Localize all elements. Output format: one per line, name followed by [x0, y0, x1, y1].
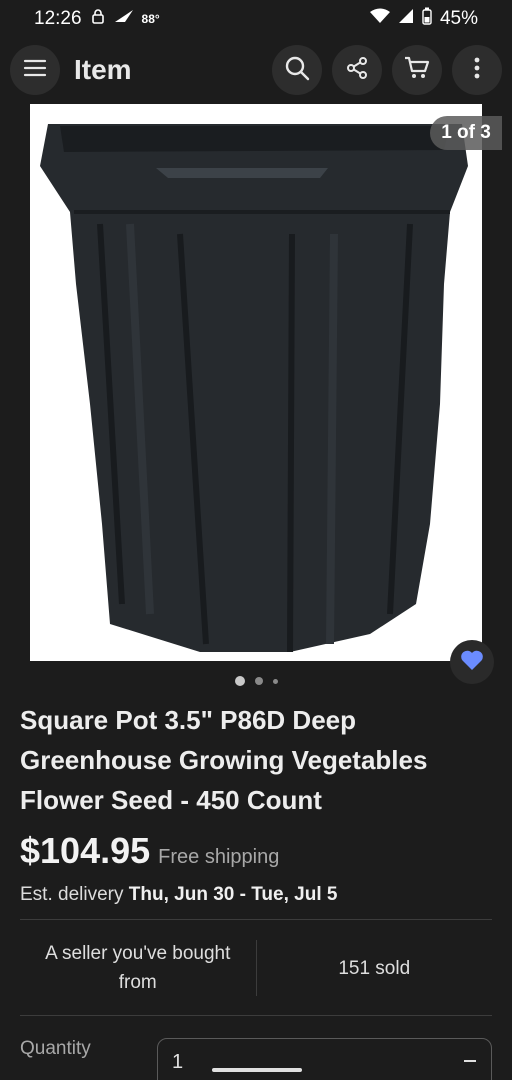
- delivery-label: Est. delivery: [20, 884, 124, 905]
- quantity-selector[interactable]: 1: [157, 1038, 492, 1080]
- status-time: 12:26: [34, 8, 82, 29]
- lock-icon: [90, 8, 106, 30]
- app-bar: Item: [0, 40, 512, 100]
- shipping-info: Free shipping: [158, 846, 280, 868]
- quantity-value: 1: [172, 1051, 184, 1073]
- share-icon: [345, 56, 369, 85]
- price-row: $104.95 Free shipping: [20, 830, 279, 872]
- status-temperature: 88°: [141, 12, 160, 26]
- image-counter: 1 of 3: [430, 116, 502, 150]
- quantity-label: Quantity: [20, 1038, 91, 1059]
- search-button[interactable]: [272, 45, 322, 95]
- listing-title: Square Pot 3.5" P86D Deep Greenhouse Gro…: [20, 705, 428, 815]
- sold-count: 151 sold: [338, 957, 411, 979]
- listing-price: $104.95: [20, 830, 151, 871]
- plane-icon: [114, 8, 134, 30]
- gallery-pagination[interactable]: [0, 676, 512, 686]
- menu-button[interactable]: [10, 45, 60, 95]
- battery-icon: [422, 7, 432, 31]
- divider: [20, 1015, 492, 1016]
- pagination-dot-1[interactable]: [234, 676, 245, 686]
- share-button[interactable]: [332, 45, 382, 95]
- heart-icon: [460, 649, 484, 676]
- pagination-dot-2[interactable]: [254, 677, 263, 685]
- page-title: Item: [74, 54, 132, 85]
- minus-icon[interactable]: [463, 1051, 477, 1080]
- signal-icon: [398, 8, 414, 30]
- wifi-icon: [369, 8, 390, 30]
- pagination-dot-3[interactable]: [272, 678, 278, 684]
- more-icon: [474, 57, 480, 84]
- more-options-button[interactable]: [452, 45, 502, 95]
- cart-icon: [404, 56, 430, 85]
- delivery-dates: Thu, Jun 30 - Tue, Jul 5: [128, 884, 338, 905]
- seller-note: A seller you've bought from: [45, 943, 231, 993]
- product-image[interactable]: [30, 104, 482, 661]
- search-icon: [284, 55, 310, 86]
- divider: [20, 919, 492, 920]
- status-bar: 12:26 88° 45%: [0, 0, 512, 38]
- pot-illustration: [40, 124, 468, 653]
- home-indicator[interactable]: [212, 1068, 302, 1072]
- cart-button[interactable]: [392, 45, 442, 95]
- status-battery: 45%: [439, 8, 478, 29]
- menu-icon: [23, 58, 47, 83]
- estimated-delivery: Est. delivery Thu, Jun 30 - Tue, Jul 5: [20, 884, 337, 906]
- seller-stats: A seller you've bought from 151 sold: [20, 930, 492, 1006]
